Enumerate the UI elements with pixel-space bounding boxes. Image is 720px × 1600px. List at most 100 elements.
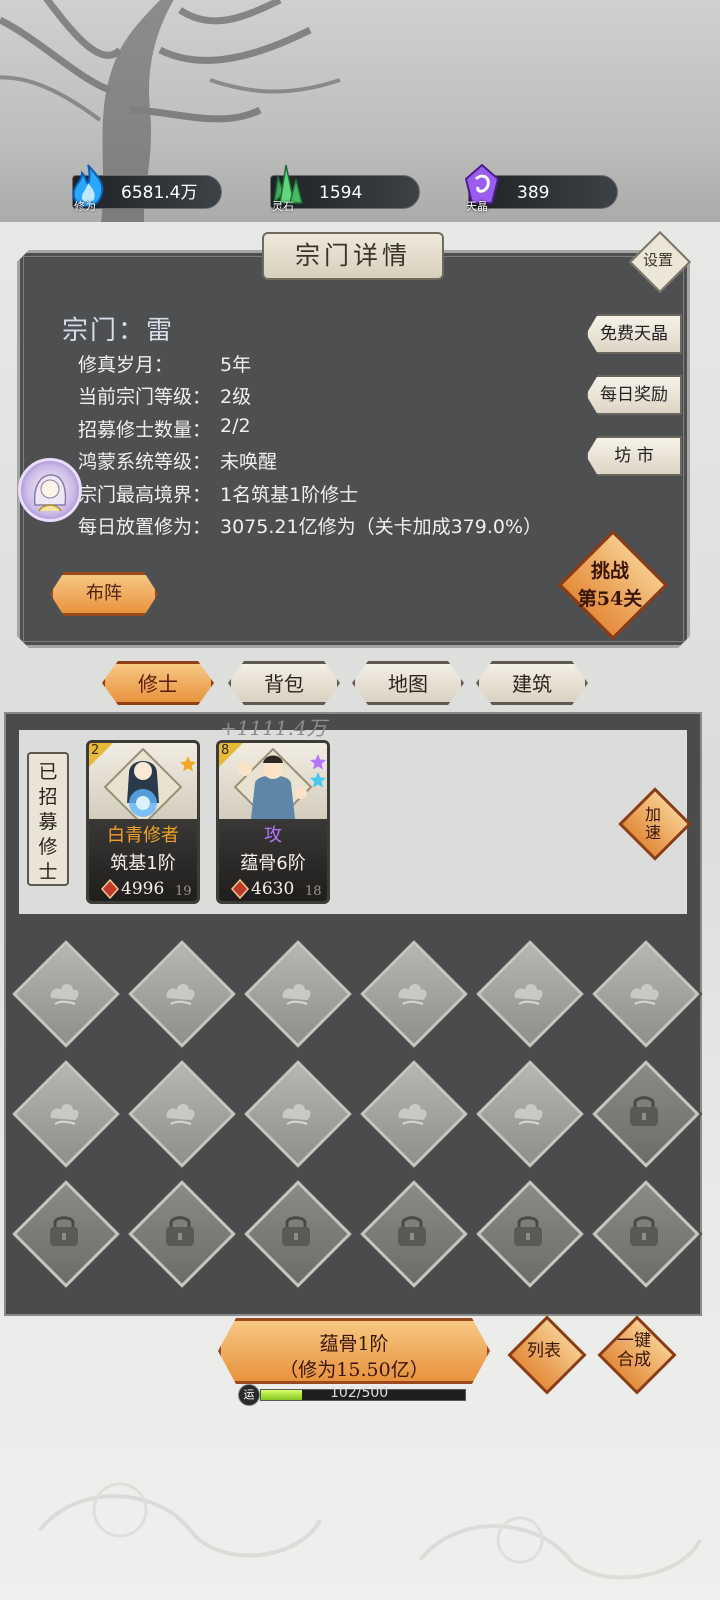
- info-row: 鸿蒙系统等级： 未唤醒: [78, 447, 277, 474]
- tab-map[interactable]: 地图: [352, 661, 464, 705]
- luck-progress-fill: [261, 1390, 302, 1400]
- lock-icon: [630, 1096, 658, 1126]
- cultivation-label: 修为: [74, 200, 96, 213]
- lock-icon: [282, 1216, 310, 1246]
- sect-name: 宗门：雷: [62, 316, 175, 346]
- cultivator-rank: 蕴骨6阶: [240, 853, 306, 874]
- label-char: 募: [38, 811, 58, 833]
- cloud-emblem-icon: [398, 984, 427, 1005]
- locked-slot[interactable]: [360, 1180, 468, 1288]
- info-label: 宗门最高境界：: [78, 484, 212, 506]
- cultivator-card[interactable]: 2 白青修者 筑基1阶 4996 19: [86, 740, 200, 904]
- lock-icon: [398, 1216, 426, 1246]
- challenge-line1: 挑战: [590, 560, 629, 582]
- locked-slot[interactable]: [592, 1180, 700, 1288]
- sky-crystal-value: 389: [517, 183, 550, 203]
- info-row: 招募修士数量： 2/2: [78, 415, 251, 442]
- locked-slot[interactable]: [476, 1180, 584, 1288]
- empty-slot[interactable]: [128, 1060, 236, 1168]
- panel-title: 宗门详情: [262, 232, 444, 280]
- card-corner-number: 8: [221, 743, 230, 758]
- info-row: 宗门最高境界： 1名筑基1阶修士: [78, 480, 358, 507]
- sky-crystal-label: 天晶: [466, 200, 488, 213]
- merge-label: 一键 合成: [598, 1332, 670, 1370]
- tab-buildings[interactable]: 建筑: [476, 661, 588, 705]
- cloud-emblem-icon: [514, 984, 543, 1005]
- info-value: 未唤醒: [220, 451, 278, 473]
- one-click-merge-button[interactable]: 一键 合成: [597, 1315, 677, 1395]
- free-crystal-button[interactable]: 免费天晶: [586, 314, 682, 354]
- empty-slot[interactable]: [476, 940, 584, 1048]
- info-label: 修真岁月：: [78, 354, 174, 376]
- card-corner-number: 2: [91, 743, 100, 758]
- empty-slot[interactable]: [360, 940, 468, 1048]
- speed-char: 加: [644, 805, 661, 824]
- settings-button[interactable]: 设置: [628, 230, 692, 294]
- lock-icon: [514, 1216, 542, 1246]
- cloud-emblem-icon: [630, 984, 659, 1005]
- cloud-emblem-icon: [50, 1104, 79, 1125]
- empty-slot[interactable]: [12, 1060, 120, 1168]
- label-char: 招: [38, 786, 58, 808]
- empty-slot[interactable]: [360, 1060, 468, 1168]
- cultivator-name: 攻: [264, 825, 282, 846]
- locked-slot[interactable]: [128, 1180, 236, 1288]
- cloud-emblem-icon: [50, 984, 79, 1005]
- empty-slot[interactable]: [12, 940, 120, 1048]
- cloud-emblem-icon: [398, 1104, 427, 1125]
- list-button[interactable]: 列表: [507, 1315, 587, 1395]
- floating-gain-text: +1111.4万: [220, 716, 327, 740]
- speed-up-button[interactable]: 加速: [617, 786, 692, 861]
- label-char: 修: [38, 836, 58, 858]
- empty-slot[interactable]: [244, 940, 352, 1048]
- info-value: 1名筑基1阶修士: [220, 484, 359, 506]
- spirit-stone-value: 1594: [319, 183, 363, 203]
- info-label: 鸿蒙系统等级：: [78, 451, 212, 473]
- info-label: 招募修士数量：: [78, 419, 212, 441]
- star-icon: [310, 754, 326, 770]
- challenge-stage-button[interactable]: 挑战 第54关: [557, 529, 669, 641]
- star-icon: [180, 756, 196, 772]
- empty-slot[interactable]: [128, 940, 236, 1048]
- speed-up-label: 加速: [617, 806, 689, 842]
- daily-reward-button[interactable]: 每日奖励: [586, 375, 682, 415]
- merge-line: 合成: [617, 1350, 651, 1370]
- luck-icon: 运: [238, 1384, 260, 1406]
- empty-slot[interactable]: [592, 940, 700, 1048]
- power-icon: [231, 879, 249, 899]
- cultivator-name: 白青修者: [107, 825, 179, 846]
- cloud-emblem-icon: [166, 984, 195, 1005]
- cloud-emblem-icon: [282, 1104, 311, 1125]
- empty-slot[interactable]: [476, 1060, 584, 1168]
- tab-backpack[interactable]: 背包: [228, 661, 340, 705]
- player-avatar[interactable]: [18, 458, 82, 522]
- tab-cultivators[interactable]: 修士: [102, 661, 214, 705]
- info-row: 当前宗门等级： 2级: [78, 382, 251, 409]
- cultivator-card[interactable]: 8 攻 蕴骨6阶 4630 18: [216, 740, 330, 904]
- info-label: 每日放置修为：: [78, 516, 212, 538]
- info-row: 修真岁月： 5年: [78, 350, 251, 377]
- cloud-emblem-icon: [282, 984, 311, 1005]
- empty-slot[interactable]: [244, 1060, 352, 1168]
- market-button[interactable]: 坊 市: [586, 436, 682, 476]
- luck-progress-text: 102/500: [330, 1385, 389, 1401]
- formation-button[interactable]: 布阵: [50, 572, 158, 616]
- spirit-stone-label: 灵石: [272, 200, 294, 213]
- locked-slot[interactable]: [592, 1060, 700, 1168]
- power-icon: [101, 879, 119, 899]
- recruit-cultivator-button[interactable]: 蕴骨1阶 （修为15.50亿）: [218, 1318, 490, 1384]
- label-char: 已: [38, 761, 58, 783]
- lock-icon: [166, 1216, 194, 1246]
- locked-slot[interactable]: [244, 1180, 352, 1288]
- info-label: 当前宗门等级：: [78, 386, 212, 408]
- challenge-line2: 第54关: [577, 588, 643, 610]
- cultivator-level: 19: [175, 884, 192, 899]
- info-value: 2级: [220, 386, 252, 408]
- recruit-cost-text: （修为15.50亿）: [279, 1359, 429, 1381]
- recruited-cultivators-label: 已 招 募 修 士: [27, 752, 69, 886]
- cloud-emblem-icon: [166, 1104, 195, 1125]
- cloud-emblem-icon: [514, 1104, 543, 1125]
- info-row: 每日放置修为： 3075.21亿修为（关卡加成379.0%）: [78, 512, 542, 539]
- locked-slot[interactable]: [12, 1180, 120, 1288]
- info-value: 2/2: [220, 415, 251, 437]
